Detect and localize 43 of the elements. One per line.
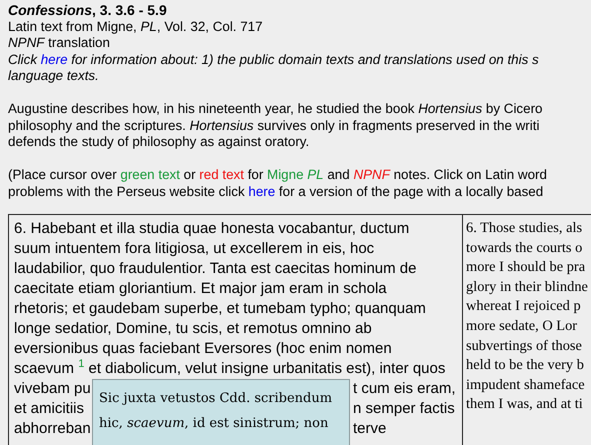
latin-line: suum intuentem fora litigiosa, ut excellerem in eis, hoc [14,239,376,259]
translation-line: 6. Those studies, als [466,219,584,238]
translation-line: held to be the very b [466,356,585,376]
link[interactable]: here [40,52,68,66]
note-link[interactable]: Migne PL [267,167,324,182]
text-fragment: t cum eis eram, [353,379,456,399]
text-line: Augustine describes how, in his nineteenth year, he studied the book Hortensius by Cicero [8,101,544,118]
translation-line: more I should be pra [466,258,586,278]
translation-line: whereat I rejoiced p [466,297,582,316]
latin-line: longe sedatior, Domine, tu scis, et remotus omnino ab [14,319,373,339]
translation-line: subvertings of those [466,336,583,356]
note-link[interactable]: NPNF [353,167,390,182]
text-line: (Place cursor over green text or red text for Migne PL and NPNF notes. Click on Latin word [8,167,548,184]
text-line: philosophy and the scriptures. Hortensius survives only in fragments preserved in the writi [8,118,540,134]
text-line: Latin text from Migne, PL, Vol. 32, Col. 717 [8,18,264,35]
text-line: language texts. [8,68,100,84]
link[interactable]: here [248,184,276,198]
tooltip-text: hic, scaevum, id est sinistrum; non [99,415,330,433]
translation-line: more sedate, O Lor [466,316,578,336]
text-line: defends the study of philosophy as against oratory. [8,134,310,150]
note-link[interactable]: green text [120,167,180,182]
text-fragment: et amicitiis [14,399,84,419]
translation-line: towards the courts o [466,238,584,258]
text-line: NPNF translation [8,35,111,52]
text-line: problems with the Perseus website click here for a version of the page with a locally based [8,184,544,200]
latin-line: scaevum $^{1}$ et diabolicum, velut insigne urbanitatis est), inter quos [14,359,446,379]
latin-line: 6. Habebant et illa studia quae honesta vocabantur, ductum [14,219,410,239]
text-line: Click here for information about: 1) the public domain texts and translations used on this s [8,52,540,68]
latin-line: eversionibus quas faciebant Eversores (hoc enim nomen [14,339,393,359]
text-fragment: vivebam pu [14,379,91,399]
translation-line: them I was, and at ti [466,395,584,414]
latin-line: caecitate etiam gloriantium. Et major jam eram in schola [14,279,388,299]
page-title: Confessions, 3. 3.6 - 5.9 [8,2,168,18]
text-fragment: terve [353,419,386,439]
tooltip-text: Sic juxta vetustos Cdd. scribendum [99,390,334,408]
note-link[interactable]: red text [199,167,244,182]
translation-line: glory in their blindne [466,278,589,297]
text-fragment: abhorreban [14,419,91,439]
latin-line: rhetoris; et gaudebam superbe, et tumebam typho; quanquam [14,299,427,319]
translation-line: impudent shameface [466,376,586,395]
footnote-marker[interactable]: 1 [78,358,84,370]
latin-line: laudabilior, quo fraudulentior. Tanta est caecitas hominum de [14,259,418,279]
text-fragment: n semper factis [353,399,455,419]
